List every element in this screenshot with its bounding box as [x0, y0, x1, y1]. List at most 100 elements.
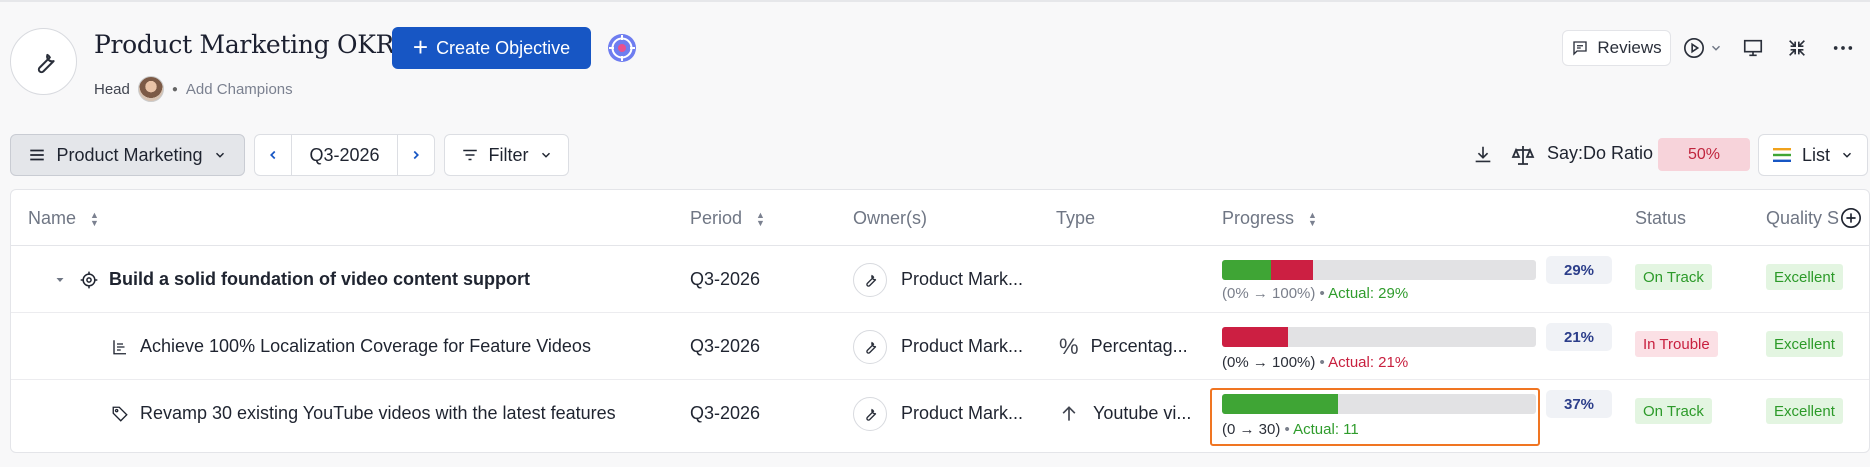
status-badge[interactable]: On Track	[1635, 264, 1712, 290]
comment-icon	[1573, 41, 1588, 56]
quality-badge[interactable]: Excellent	[1766, 331, 1843, 357]
sort-icon[interactable]: ▲ ▼	[756, 210, 765, 227]
row-period: Q3-2026	[690, 336, 761, 356]
column-type: Type	[1056, 208, 1095, 229]
chevron-down-icon	[541, 152, 550, 158]
list-view-icon	[1772, 148, 1791, 162]
row-name[interactable]: Achieve 100% Localization Coverage for F…	[140, 313, 591, 380]
reviews-label: Reviews	[1597, 38, 1662, 57]
expand-toggle[interactable]	[54, 246, 66, 313]
progress-bar	[1222, 260, 1536, 280]
add-column-icon[interactable]	[1840, 207, 1862, 229]
separator-dot: •	[1319, 285, 1329, 302]
row-owner: Product Mark...	[853, 246, 1023, 313]
plus-icon: +	[412, 31, 429, 62]
column-name-label: Name	[28, 208, 77, 228]
status-badge[interactable]: On Track	[1635, 398, 1712, 424]
column-owners-label: Owner(s)	[853, 208, 928, 228]
progress-percent: 29%	[1546, 256, 1612, 284]
row-type: Youtube vi...	[1059, 380, 1191, 447]
objective-icon-cell	[79, 246, 99, 313]
column-period-label: Period	[690, 208, 743, 228]
more-horizontal-icon	[1833, 46, 1853, 50]
row-type: % Percentag...	[1059, 313, 1188, 380]
tag-icon	[112, 406, 128, 422]
progress-bar	[1222, 327, 1536, 347]
owner-name: Product Mark...	[901, 403, 1024, 423]
row-name[interactable]: Revamp 30 existing YouTube videos with t…	[140, 380, 616, 447]
progress-actual: Actual: 21%	[1328, 354, 1409, 371]
percent-icon: %	[1059, 333, 1079, 359]
status-badge[interactable]: In Trouble	[1635, 331, 1718, 357]
owner-avatar[interactable]	[853, 329, 887, 364]
page-title: Product Marketing OKRs	[94, 30, 407, 59]
more-button[interactable]	[1832, 36, 1854, 60]
progress-detail: (0% → 100%) • Actual: 21%	[1222, 354, 1408, 371]
table-row[interactable]: Build a solid foundation of video conten…	[11, 246, 1869, 313]
progress-percent: 37%	[1546, 390, 1612, 418]
add-champions-link[interactable]: Add Champions	[186, 81, 293, 98]
progress-fill-red	[1222, 327, 1288, 347]
row-owner: Product Mark...	[853, 380, 1023, 447]
table-row[interactable]: Revamp 30 existing YouTube videos with t…	[11, 380, 1869, 447]
create-objective-button[interactable]: + Create Objective	[392, 27, 591, 69]
present-button[interactable]	[1742, 36, 1764, 60]
column-quality: Quality S	[1766, 208, 1839, 229]
bar-chart-icon	[113, 339, 126, 354]
prev-period-button[interactable]	[255, 135, 291, 175]
row-name[interactable]: Build a solid foundation of video conten…	[109, 246, 530, 313]
filter-label: Filter	[488, 144, 529, 165]
table-row[interactable]: Achieve 100% Localization Coverage for F…	[11, 313, 1869, 380]
progress-highlight	[1210, 388, 1540, 446]
chevron-down-icon	[1842, 152, 1852, 158]
view-label: List	[1801, 144, 1830, 165]
collapse-arrows-icon	[1789, 40, 1805, 56]
progress-actual: Actual: 29%	[1328, 285, 1409, 302]
wrench-icon	[866, 341, 877, 354]
chevron-down-icon	[215, 152, 224, 158]
period-selector: Q3-2026	[254, 134, 435, 176]
sort-icon[interactable]: ▲ ▼	[1308, 210, 1317, 227]
chevron-left-icon	[270, 150, 276, 160]
progress-percent: 21%	[1546, 323, 1612, 351]
owner-avatar[interactable]	[853, 262, 887, 297]
say-do-label: Say:Do Ratio	[1547, 143, 1654, 163]
sort-icon[interactable]: ▲ ▼	[90, 210, 99, 227]
play-dropdown[interactable]	[1683, 36, 1723, 60]
target-icon[interactable]	[606, 32, 638, 64]
head-label: Head	[94, 80, 130, 98]
column-status: Status	[1635, 208, 1686, 229]
row-period: Q3-2026	[690, 403, 761, 423]
owner-avatar[interactable]	[853, 396, 887, 431]
progress-fill-red	[1270, 260, 1314, 280]
quality-badge[interactable]: Excellent	[1766, 264, 1843, 290]
separator-dot: ●	[171, 83, 178, 95]
owner-name: Product Mark...	[901, 269, 1024, 289]
column-name[interactable]: Name ▲ ▼	[28, 208, 99, 229]
avatar[interactable]	[137, 76, 164, 102]
arrow-up-icon	[1062, 405, 1076, 421]
create-objective-label: Create Objective	[436, 37, 571, 58]
collapse-button[interactable]	[1786, 36, 1808, 60]
quality-badge[interactable]: Excellent	[1766, 398, 1843, 424]
column-progress[interactable]: Progress ▲ ▼	[1222, 208, 1317, 229]
filter-button[interactable]: Filter	[444, 134, 569, 176]
team-selector[interactable]: Product Marketing	[10, 134, 245, 176]
column-status-label: Status	[1635, 208, 1687, 228]
owner-name: Product Mark...	[901, 336, 1024, 356]
view-selector[interactable]: List	[1758, 134, 1868, 176]
column-type-label: Type	[1056, 208, 1096, 228]
column-period[interactable]: Period ▲ ▼	[690, 208, 765, 229]
table-header: Name ▲ ▼ Period ▲ ▼ Owner(s) Type Progress…	[11, 190, 1869, 246]
scale-icon[interactable]	[1511, 143, 1535, 167]
objective-avatar	[10, 28, 77, 95]
chevron-down-icon	[1711, 45, 1721, 51]
type-label: Youtube vi...	[1093, 403, 1192, 423]
next-period-button[interactable]	[398, 135, 434, 175]
progress-fill-green	[1222, 260, 1271, 280]
download-icon[interactable]	[1472, 144, 1494, 166]
team-label: Product Marketing	[56, 144, 203, 165]
reviews-button[interactable]: Reviews	[1562, 30, 1671, 66]
period-label[interactable]: Q3-2026	[291, 135, 398, 175]
top-divider	[0, 0, 1870, 2]
